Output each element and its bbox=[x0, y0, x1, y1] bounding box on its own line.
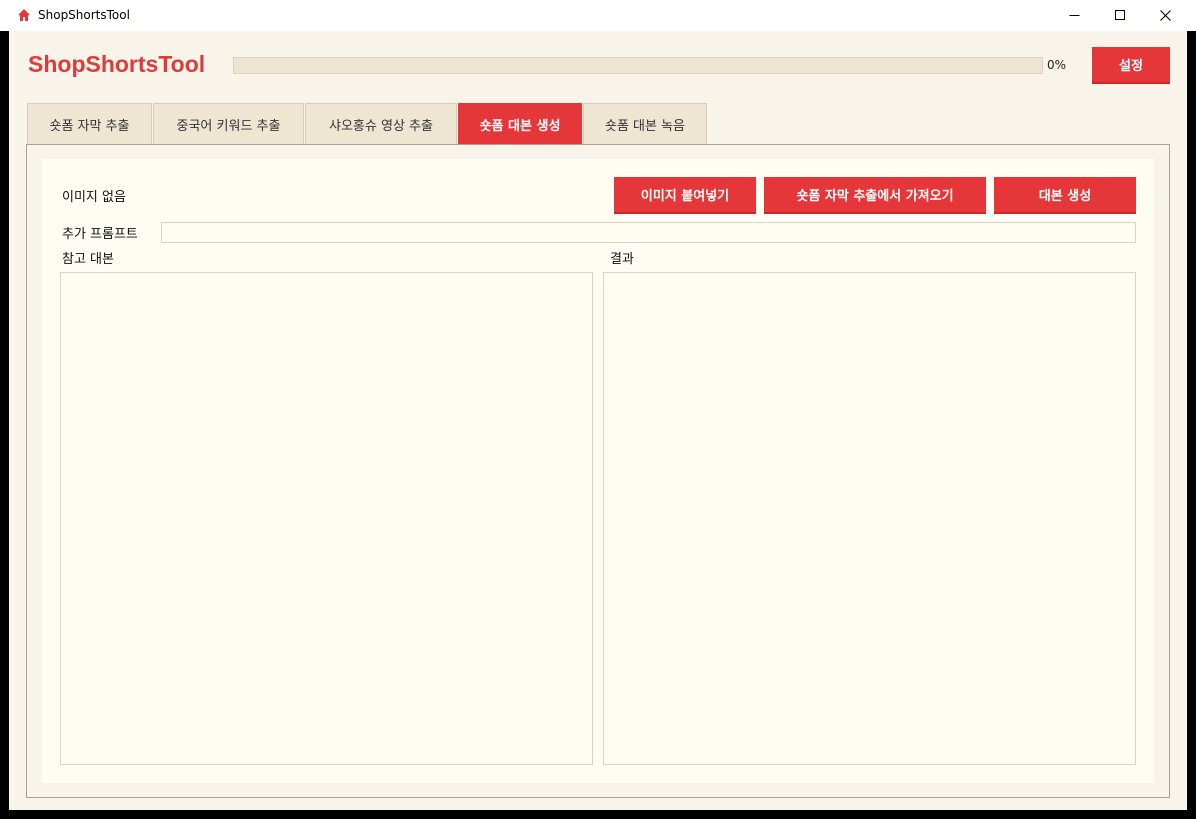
image-status: 이미지 없음 bbox=[62, 190, 126, 205]
tab-xiaohongshu-video[interactable]: 샤오홍슈 영상 추출 bbox=[305, 103, 457, 144]
minimize-icon bbox=[1069, 15, 1079, 16]
house-icon bbox=[18, 9, 30, 21]
maximize-button[interactable] bbox=[1097, 0, 1143, 31]
result-textarea[interactable] bbox=[603, 272, 1136, 765]
reference-script-label: 참고 대본 bbox=[62, 252, 114, 267]
app-window: ShopShortsTool ShopShortsTool 0% 설정 숏폼 자 bbox=[0, 0, 1196, 819]
window-title: ShopShortsTool bbox=[38, 8, 130, 22]
extra-prompt-label: 추가 프롬프트 bbox=[62, 227, 138, 242]
settings-button[interactable]: 설정 bbox=[1092, 47, 1170, 84]
maximize-icon bbox=[1114, 10, 1125, 20]
close-icon bbox=[1159, 10, 1171, 21]
tab-subtitle-extract[interactable]: 숏폼 자막 추출 bbox=[27, 103, 152, 144]
script-generate-panel: 이미지 없음 이미지 붙여넣기 숏폼 자막 추출에서 가져오기 대본 생성 추가… bbox=[42, 159, 1154, 783]
tab-panel: 이미지 없음 이미지 붙여넣기 숏폼 자막 추출에서 가져오기 대본 생성 추가… bbox=[26, 144, 1170, 798]
title-bar: ShopShortsTool bbox=[0, 0, 1196, 31]
paste-image-button[interactable]: 이미지 붙여넣기 bbox=[614, 177, 756, 214]
result-label: 결과 bbox=[610, 252, 634, 267]
progress-bar bbox=[233, 57, 1043, 74]
app-name: ShopShortsTool bbox=[28, 51, 206, 77]
generate-script-button[interactable]: 대본 생성 bbox=[994, 177, 1136, 214]
tab-chinese-keyword[interactable]: 중국어 키워드 추출 bbox=[153, 103, 304, 144]
progress-text: 0% bbox=[1047, 58, 1067, 72]
import-subtitle-button[interactable]: 숏폼 자막 추출에서 가져오기 bbox=[764, 177, 986, 214]
reference-script-textarea[interactable] bbox=[60, 272, 593, 765]
tab-script-generate[interactable]: 숏폼 대본 생성 bbox=[458, 103, 582, 144]
tab-script-record[interactable]: 숏폼 대본 녹음 bbox=[583, 103, 707, 144]
main-content: ShopShortsTool 0% 설정 숏폼 자막 추출 중국어 키워드 추출… bbox=[9, 31, 1187, 810]
minimize-button[interactable] bbox=[1051, 0, 1097, 31]
extra-prompt-input[interactable] bbox=[161, 222, 1136, 243]
close-button[interactable] bbox=[1142, 0, 1188, 31]
